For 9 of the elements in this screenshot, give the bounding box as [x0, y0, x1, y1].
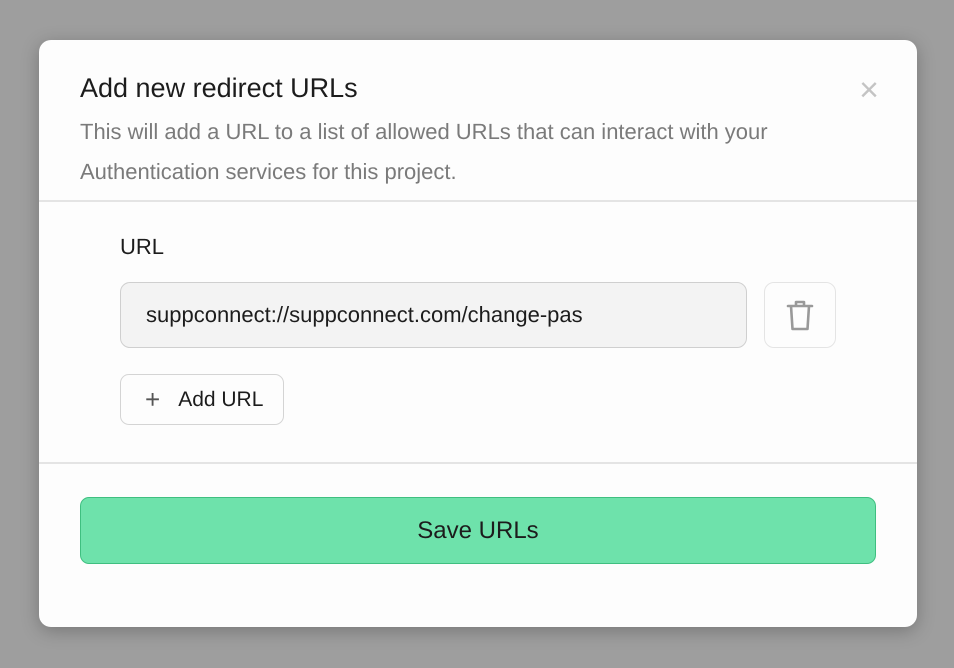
dialog-description: This will add a URL to a list of allowed URLs that can interact with your Authentication services for this project. [80, 118, 769, 186]
add-url-button[interactable]: + Add URL [120, 374, 284, 425]
url-input[interactable]: suppconnect://suppconnect.com/change-pas [120, 282, 747, 348]
url-label: URL [120, 234, 166, 260]
dialog-title: Add new redirect URLs [80, 73, 358, 104]
delete-button[interactable] [764, 282, 836, 348]
plus-icon: + [145, 384, 160, 415]
trash-icon [785, 298, 815, 332]
save-button[interactable]: Save URLs [80, 497, 876, 564]
